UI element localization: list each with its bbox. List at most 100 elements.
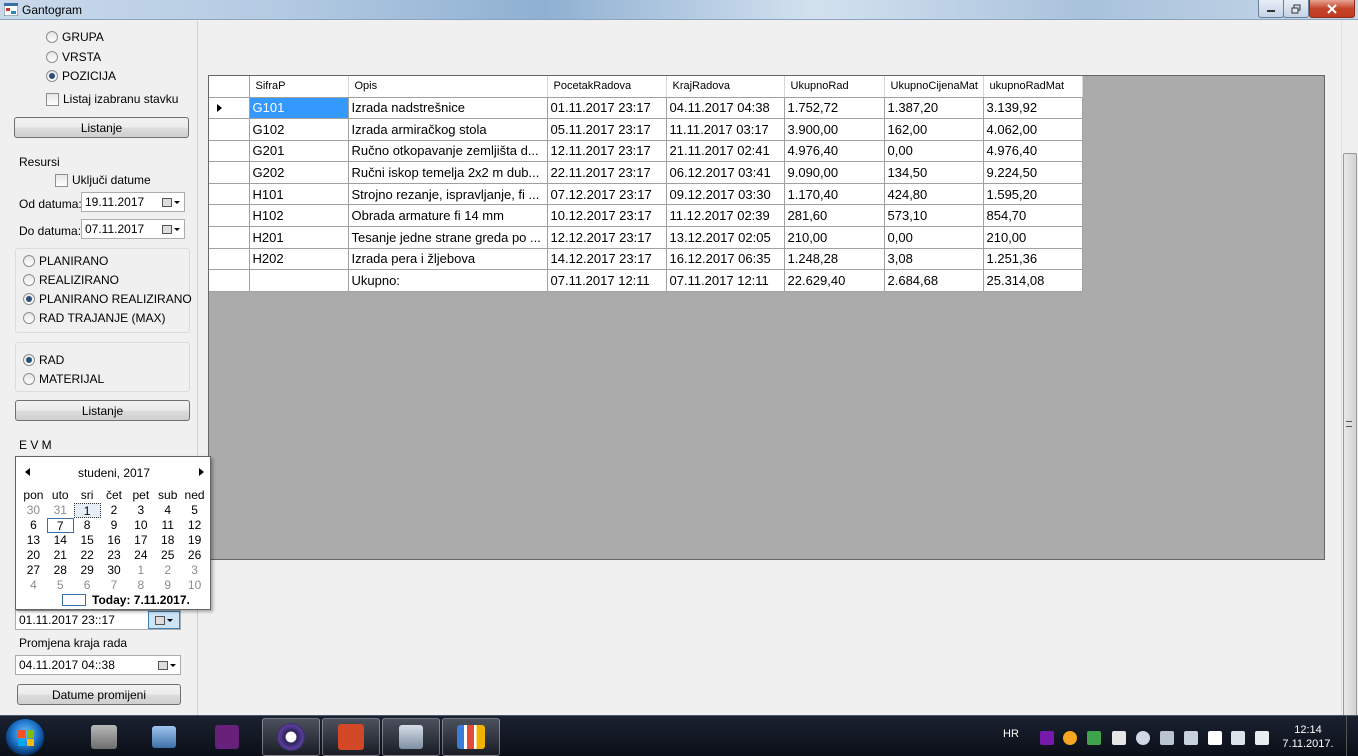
column-header[interactable]: UkupnoRad: [784, 76, 885, 98]
table-cell[interactable]: 2.684,68: [884, 269, 984, 292]
table-cell[interactable]: 3.900,00: [784, 118, 885, 141]
column-header[interactable]: KrajRadova: [666, 76, 785, 98]
column-header[interactable]: ukupnoRadMat: [983, 76, 1083, 98]
calendar-date[interactable]: 28: [47, 563, 74, 578]
close-button[interactable]: [1309, 0, 1355, 18]
to-date-picker[interactable]: 07.11.2017: [81, 219, 185, 239]
table-cell[interactable]: Strojno rezanje, ispravljanje, fi ...: [348, 183, 548, 206]
row-header[interactable]: [209, 161, 250, 184]
network-tray-icon[interactable]: [1255, 731, 1269, 745]
table-cell[interactable]: 134,50: [884, 161, 984, 184]
flag-icon[interactable]: [1208, 731, 1222, 745]
calendar-date[interactable]: 11: [154, 518, 181, 533]
show-desktop-button[interactable]: [1346, 716, 1358, 756]
calendar-month-title[interactable]: studeni, 2017: [16, 466, 212, 480]
radio-vrsta[interactable]: VRSTA: [46, 50, 101, 64]
calendar-date[interactable]: 2: [154, 563, 181, 578]
taskbar-eclipse[interactable]: [262, 718, 320, 756]
table-cell[interactable]: 1.595,20: [983, 183, 1083, 206]
list-button-top[interactable]: Listanje: [14, 117, 189, 138]
calendar-date[interactable]: 7: [46, 518, 74, 533]
checkbox-box[interactable]: [46, 92, 59, 106]
calendar-date[interactable]: 23: [101, 548, 128, 563]
calendar-date[interactable]: 8: [127, 578, 154, 593]
device-icon[interactable]: [1184, 731, 1198, 745]
table-cell[interactable]: 04.11.2017 04:38: [666, 97, 785, 120]
table-row[interactable]: H101 Strojno rezanje, ispravljanje, fi ..…: [209, 183, 1083, 206]
list-selected-checkbox[interactable]: Listaj izabranu stavku: [46, 92, 178, 106]
table-cell[interactable]: 12.11.2017 23:17: [547, 140, 667, 163]
calendar-date[interactable]: 17: [127, 533, 154, 548]
table-cell[interactable]: 3.139,92: [983, 97, 1083, 120]
system-clock[interactable]: 12:14 7.11.2017.: [1278, 723, 1338, 751]
table-cell[interactable]: 9.224,50: [983, 161, 1083, 184]
table-cell[interactable]: G202: [249, 161, 349, 184]
minimize-button[interactable]: [1258, 0, 1284, 18]
radio-circle[interactable]: [23, 293, 35, 305]
include-dates-checkbox[interactable]: Uključi datume: [55, 173, 151, 187]
column-header[interactable]: SifraP: [249, 76, 349, 98]
row-header[interactable]: [209, 269, 250, 292]
radio-planirano[interactable]: PLANIRANO: [23, 254, 108, 268]
radio-circle[interactable]: [46, 70, 58, 82]
row-header[interactable]: [209, 204, 250, 228]
taskbar-app-server[interactable]: [382, 718, 440, 756]
calendar-date[interactable]: 9: [101, 518, 128, 533]
calendar-date[interactable]: 29: [74, 563, 101, 578]
calendar-dropdown-button[interactable]: [160, 222, 182, 236]
taskbar-gantogram[interactable]: [442, 718, 500, 756]
table-cell[interactable]: 1.251,36: [983, 248, 1083, 271]
table-cell[interactable]: 22.11.2017 23:17: [547, 161, 667, 184]
calendar-dropdown-button[interactable]: [160, 195, 182, 209]
table-cell[interactable]: Ukupno:: [348, 269, 548, 292]
from-date-picker[interactable]: 19.11.2017: [81, 192, 185, 212]
radio-circle[interactable]: [46, 31, 58, 43]
sync-icon[interactable]: [1087, 731, 1101, 745]
calendar-date[interactable]: 15: [74, 533, 101, 548]
radio-circle[interactable]: [23, 354, 35, 366]
browser-icon[interactable]: [1136, 731, 1150, 745]
row-header[interactable]: [209, 226, 250, 249]
table-cell[interactable]: Ručni iskop temelja 2x2 m dub...: [348, 161, 548, 184]
table-row[interactable]: H202 Izrada pera i žljebova 14.12.2017 23:…: [209, 248, 1083, 271]
table-cell[interactable]: 0,00: [884, 226, 984, 249]
radio-circle[interactable]: [23, 274, 35, 286]
table-cell[interactable]: H102: [249, 204, 349, 228]
taskbar-visual-studio[interactable]: [198, 718, 256, 756]
calendar-date[interactable]: 30: [101, 563, 128, 578]
radio-realizirano[interactable]: REALIZIRANO: [23, 273, 119, 287]
calendar-date[interactable]: 4: [154, 503, 181, 518]
radio-circle[interactable]: [23, 312, 35, 324]
calendar-date[interactable]: 20: [20, 548, 47, 563]
calendar-date[interactable]: 8: [74, 518, 101, 533]
table-cell[interactable]: 06.12.2017 03:41: [666, 161, 785, 184]
calendar-date[interactable]: 22: [74, 548, 101, 563]
column-header[interactable]: PocetakRadova: [547, 76, 667, 98]
calendar-date[interactable]: 4: [20, 578, 47, 593]
radio-rad-trajanje[interactable]: RAD TRAJANJE (MAX): [23, 311, 165, 325]
table-cell[interactable]: G101: [249, 97, 349, 120]
table-cell[interactable]: 4.062,00: [983, 118, 1083, 141]
table-cell[interactable]: 573,10: [884, 204, 984, 228]
calendar-date[interactable]: 10: [181, 578, 208, 593]
table-cell[interactable]: H202: [249, 248, 349, 271]
radio-planirano-realizirano[interactable]: PLANIRANO REALIZIRANO: [23, 292, 192, 306]
table-cell[interactable]: 4.976,40: [784, 140, 885, 163]
data-grid[interactable]: SifraP Opis PocetakRadova KrajRadova Uku…: [208, 75, 1325, 560]
display-icon[interactable]: [1160, 731, 1174, 745]
table-cell[interactable]: 07.11.2017 12:11: [666, 269, 785, 292]
calendar-date[interactable]: 6: [20, 518, 47, 533]
row-header[interactable]: [209, 140, 250, 163]
table-row[interactable]: G202 Ručni iskop temelja 2x2 m dub... 22.1…: [209, 161, 1083, 184]
table-cell[interactable]: 281,60: [784, 204, 885, 228]
table-cell[interactable]: 05.11.2017 23:17: [547, 118, 667, 141]
calendar-date[interactable]: 16: [101, 533, 128, 548]
calendar-date[interactable]: 27: [20, 563, 47, 578]
table-row[interactable]: Ukupno: 07.11.2017 12:11 07.11.2017 12:11 2…: [209, 269, 1083, 292]
vertical-scrollbar[interactable]: [1341, 21, 1358, 718]
table-cell[interactable]: 854,70: [983, 204, 1083, 228]
calendar-date[interactable]: 30: [20, 503, 47, 518]
row-header[interactable]: [209, 248, 250, 271]
calendar-dropdown-button[interactable]: [156, 658, 178, 672]
table-cell[interactable]: [249, 269, 349, 292]
